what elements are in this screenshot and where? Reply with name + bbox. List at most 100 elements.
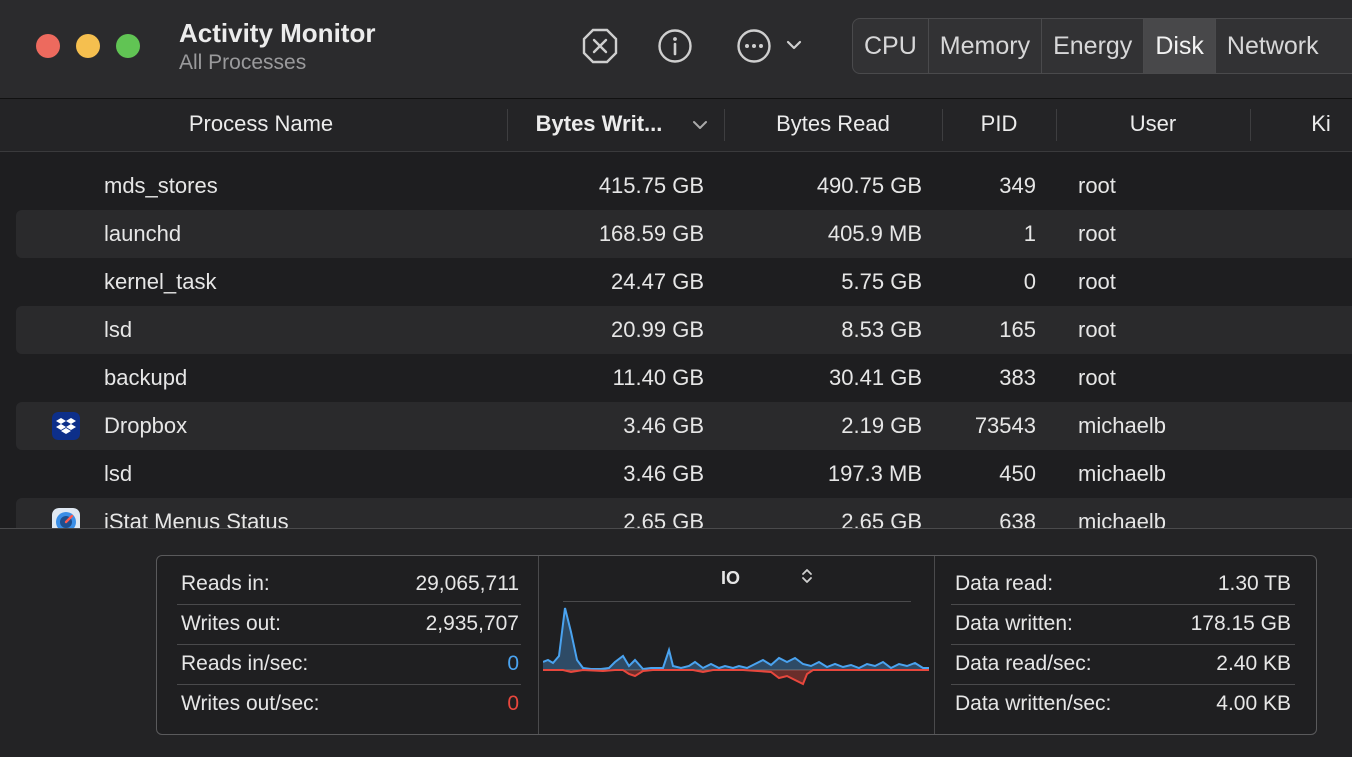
chevron-down-icon[interactable] [786, 37, 802, 53]
close-window-button[interactable] [36, 34, 60, 58]
bytes-written: 20.99 GB [611, 317, 704, 342]
user: michaelb [1078, 461, 1167, 486]
stat-value: 1.30 TB [1217, 572, 1291, 595]
sort-descending-icon[interactable] [692, 119, 708, 131]
process-name: kernel_task [104, 269, 217, 294]
table-row[interactable]: kernel_task 24.47 GB 5.75 GB 0 root [16, 258, 1352, 306]
bytes-written: 11.40 GB [612, 365, 704, 390]
process-name: lsd [104, 461, 133, 486]
process-table: mds_stores 415.75 GB 490.75 GB 349 root … [0, 162, 1352, 528]
stat-label: Reads in/sec: [181, 652, 309, 675]
graph-mode-label[interactable]: IO [721, 568, 740, 589]
process-name: iStat Menus Status [104, 509, 289, 528]
zoom-window-button[interactable] [116, 34, 140, 58]
table-row[interactable]: launchd 168.59 GB 405.9 MB 1 root [16, 210, 1352, 258]
bytes-written: 24.47 GB [611, 269, 704, 294]
table-row[interactable]: iStat Menus Status 2.65 GB 2.65 GB 638 m… [16, 498, 1352, 528]
pid: 1 [1023, 221, 1036, 246]
bytes-read: 2.19 GB [841, 413, 922, 438]
user: root [1078, 365, 1116, 390]
disk-summary-pane: Reads in: 29,065,711 Writes out: 2,935,7… [0, 528, 1352, 757]
table-row[interactable]: mds_stores 415.75 GB 490.75 GB 349 root [16, 162, 1352, 210]
process-name: lsd [104, 317, 133, 342]
bytes-read: 490.75 GB [816, 173, 922, 198]
table-row[interactable]: Dropbox 3.46 GB 2.19 GB 73543 michaelb [16, 402, 1352, 450]
column-header-kind[interactable]: Ki [1251, 99, 1352, 151]
user: root [1078, 221, 1116, 246]
bytes-written: 3.46 GB [623, 461, 704, 486]
bytes-read: 405.9 MB [827, 221, 922, 246]
table-row[interactable]: backupd 11.40 GB 30.41 GB 383 root [16, 354, 1352, 402]
user: root [1078, 173, 1116, 198]
stat-reads-in: Reads in: 29,065,711 [181, 564, 519, 604]
bytes-read: 30.41 GB [829, 365, 922, 390]
bytes-read: 2.65 GB [841, 509, 922, 528]
pid: 0 [1023, 269, 1036, 294]
user: root [1078, 269, 1116, 294]
bytes-read: 197.3 MB [827, 461, 922, 486]
pid: 383 [999, 365, 1036, 390]
up-down-chevron-icon[interactable] [801, 568, 813, 584]
pid: 73543 [974, 413, 1036, 438]
stat-label: Data written/sec: [955, 692, 1112, 715]
stat-data-read-per-sec: Data read/sec: 2.40 KB [955, 644, 1291, 684]
stat-label: Data written: [955, 612, 1073, 635]
io-graph: IO [539, 556, 933, 734]
stat-data-read: Data read: 1.30 TB [955, 564, 1291, 604]
bytes-written: 3.46 GB [623, 413, 704, 438]
divider [563, 601, 911, 602]
tab-cpu[interactable]: CPU [853, 19, 929, 73]
stop-process-icon[interactable] [582, 28, 618, 64]
user: root [1078, 317, 1116, 342]
bytes-read: 5.75 GB [841, 269, 922, 294]
stat-value: 0 [507, 692, 519, 715]
column-header-bytes-written[interactable]: Bytes Writ... [508, 99, 690, 151]
dropbox-icon [52, 412, 80, 440]
stat-reads-in-per-sec: Reads in/sec: 0 [181, 644, 519, 684]
stat-label: Data read/sec: [955, 652, 1092, 675]
table-row[interactable]: lsd 3.46 GB 197.3 MB 450 michaelb [16, 450, 1352, 498]
bytes-written: 168.59 GB [598, 221, 704, 246]
stat-value: 0 [507, 652, 519, 675]
stat-label: Data read: [955, 572, 1054, 595]
column-header-process-name[interactable]: Process Name [16, 99, 506, 151]
app-title: Activity Monitor [179, 18, 376, 48]
tab-energy[interactable]: Energy [1042, 19, 1145, 73]
app-subtitle: All Processes [179, 51, 307, 74]
pid: 450 [999, 461, 1036, 486]
stat-value: 4.00 KB [1216, 692, 1291, 715]
pid: 165 [999, 317, 1036, 342]
io-sparkline [543, 607, 929, 686]
process-name: Dropbox [104, 413, 188, 438]
stat-value: 2.40 KB [1216, 652, 1291, 675]
info-icon[interactable] [657, 28, 693, 64]
bytes-read: 8.53 GB [841, 317, 922, 342]
istat-icon [52, 508, 80, 528]
stat-value: 178.15 GB [1190, 612, 1291, 635]
stat-data-written-per-sec: Data written/sec: 4.00 KB [955, 684, 1291, 724]
column-header-bytes-read[interactable]: Bytes Read [725, 99, 941, 151]
stat-label: Writes out: [181, 612, 281, 635]
table-row[interactable]: lsd 20.99 GB 8.53 GB 165 root [16, 306, 1352, 354]
more-options-icon[interactable] [736, 28, 772, 64]
bytes-written: 415.75 GB [598, 173, 704, 198]
column-header-user[interactable]: User [1057, 99, 1249, 151]
bytes-written: 2.65 GB [623, 509, 704, 528]
table-header: Process Name Bytes Writ... Bytes Read PI… [0, 99, 1352, 152]
minimize-window-button[interactable] [76, 34, 100, 58]
divider [934, 556, 935, 734]
tab-memory[interactable]: Memory [929, 19, 1043, 73]
stat-writes-out: Writes out: 2,935,707 [181, 604, 519, 644]
tab-disk[interactable]: Disk [1144, 19, 1216, 73]
category-tabs: CPU Memory Energy Disk Network [852, 18, 1352, 74]
stat-writes-out-per-sec: Writes out/sec: 0 [181, 684, 519, 724]
user: michaelb [1078, 509, 1167, 528]
stat-data-written: Data written: 178.15 GB [955, 604, 1291, 644]
column-header-pid[interactable]: PID [943, 99, 1055, 151]
toolbar: Activity Monitor All Processes CPU Memor… [0, 0, 1352, 99]
stats-box: Reads in: 29,065,711 Writes out: 2,935,7… [156, 555, 1317, 735]
stat-value: 2,935,707 [425, 612, 519, 635]
stat-label: Writes out/sec: [181, 692, 320, 715]
user: michaelb [1078, 413, 1167, 438]
tab-network[interactable]: Network [1216, 19, 1330, 73]
